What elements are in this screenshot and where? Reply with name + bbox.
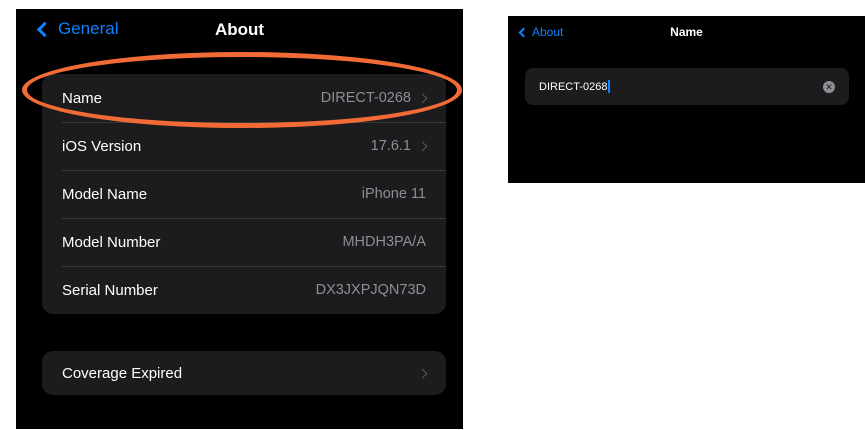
row-value: 17.6.1	[370, 138, 411, 154]
name-field-value: DIRECT-0268	[539, 80, 608, 93]
name-field[interactable]: DIRECT-0268 ✕	[525, 68, 849, 105]
row-value: iPhone 11	[361, 186, 426, 202]
row-model-number: Model Number MHDH3PA/A	[42, 218, 446, 266]
row-label: Serial Number	[62, 281, 158, 299]
row-label: Model Name	[62, 185, 148, 203]
page-title: Name	[670, 25, 703, 39]
coverage-group: Coverage Expired	[42, 351, 446, 395]
row-value: DX3JXPJQN73D	[315, 282, 426, 298]
row-label: Name	[62, 89, 103, 107]
name-screen: About Name DIRECT-0268 ✕	[508, 16, 865, 183]
row-value: DIRECT-0268	[320, 90, 411, 106]
row-ios-version[interactable]: iOS Version 17.6.1	[42, 122, 446, 170]
about-navbar: General About	[16, 9, 463, 53]
row-label: iOS Version	[62, 137, 142, 155]
chevron-right-icon	[417, 93, 428, 103]
row-model-name: Model Name iPhone 11	[42, 170, 446, 218]
clear-icon[interactable]: ✕	[823, 80, 835, 93]
row-serial-number: Serial Number DX3JXPJQN73D	[42, 266, 446, 314]
page-title: About	[214, 20, 265, 39]
coverage-label: Coverage Expired	[62, 364, 183, 382]
name-navbar: About Name	[508, 16, 865, 50]
row-coverage[interactable]: Coverage Expired	[42, 351, 446, 395]
row-label: Model Number	[62, 233, 161, 251]
chevron-right-icon	[417, 368, 428, 378]
chevron-right-icon	[417, 141, 428, 151]
device-info-group: Name DIRECT-0268 iOS Version 17.6.1 Mode…	[42, 74, 446, 314]
text-caret	[608, 80, 610, 93]
about-screen: General About Name DIRECT-0268 iOS Versi…	[16, 9, 463, 429]
row-name[interactable]: Name DIRECT-0268	[42, 74, 446, 122]
row-value: MHDH3PA/A	[342, 234, 426, 250]
